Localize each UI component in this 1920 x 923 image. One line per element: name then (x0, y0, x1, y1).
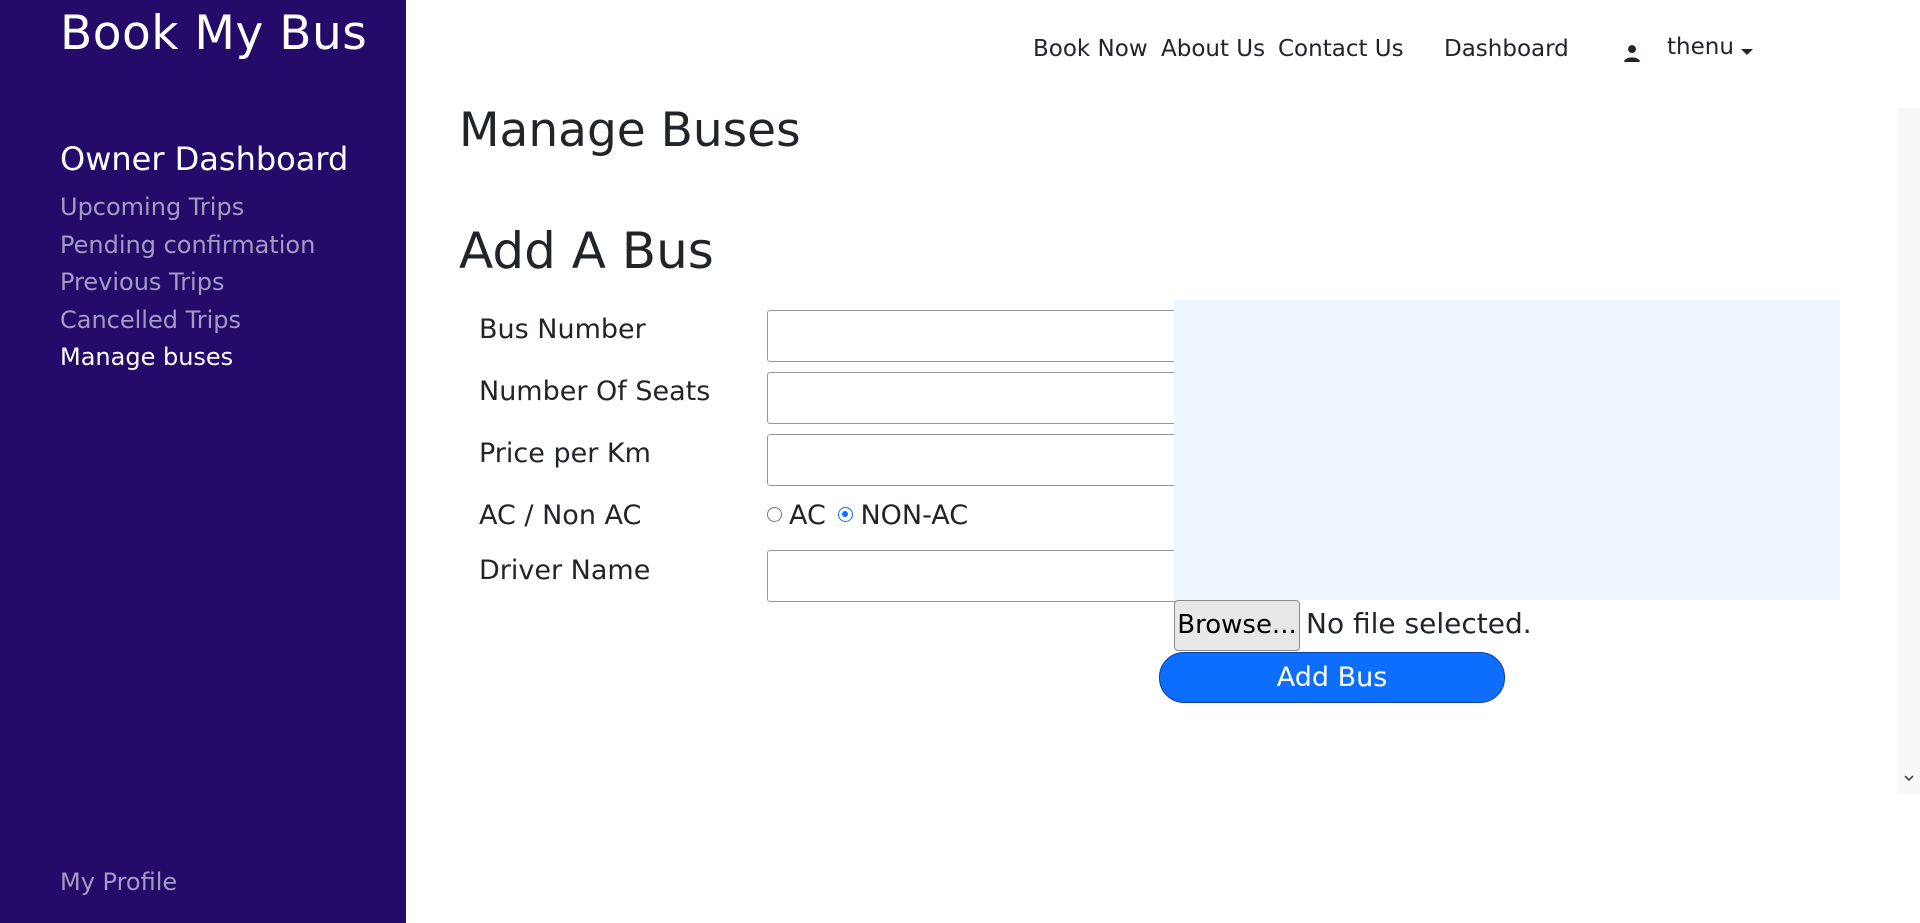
driver-name-label: Driver Name (479, 555, 651, 586)
sidebar-item-my-profile[interactable]: My Profile (60, 868, 177, 896)
price-input[interactable] (767, 434, 1187, 486)
non-ac-radio[interactable] (838, 507, 854, 522)
price-label: Price per Km (479, 438, 651, 469)
section-title: Add A Bus (459, 222, 714, 280)
brand-logo[interactable]: Book My Bus (60, 6, 367, 61)
page-title: Manage Buses (459, 103, 801, 158)
sidebar-item-pending-confirmation[interactable]: Pending confirmation (60, 227, 315, 265)
nav-contact-us[interactable]: Contact Us (1278, 36, 1404, 62)
bus-number-input[interactable] (767, 310, 1187, 362)
seats-input[interactable] (767, 372, 1187, 424)
nav-about-us[interactable]: About Us (1161, 36, 1265, 62)
sidebar-item-manage-buses[interactable]: Manage buses (60, 339, 315, 377)
bus-image-preview (1174, 300, 1840, 600)
file-status: No file selected. (1306, 607, 1532, 640)
ac-type-radio-group: AC NON-AC (767, 500, 972, 540)
sidebar-menu: Upcoming Trips Pending confirmation Prev… (60, 189, 315, 377)
scroll-down-icon[interactable] (1903, 772, 1915, 784)
sidebar-item-upcoming-trips[interactable]: Upcoming Trips (60, 189, 315, 227)
browse-button[interactable]: Browse... (1174, 600, 1300, 651)
user-icon (1624, 45, 1640, 62)
nav-dashboard[interactable]: Dashboard (1444, 36, 1569, 62)
bus-number-label: Bus Number (479, 314, 646, 345)
sidebar-title: Owner Dashboard (60, 140, 349, 178)
sidebar-item-previous-trips[interactable]: Previous Trips (60, 264, 315, 302)
driver-name-input[interactable] (767, 550, 1187, 602)
chevron-down-icon[interactable] (1741, 49, 1753, 55)
user-menu-toggle[interactable]: thenu (1667, 34, 1734, 60)
seats-label: Number Of Seats (479, 376, 711, 407)
ac-radio-label[interactable]: AC (789, 500, 826, 531)
ac-radio[interactable] (767, 507, 782, 522)
non-ac-radio-label[interactable]: NON-AC (860, 500, 968, 531)
add-bus-button[interactable]: Add Bus (1159, 652, 1505, 703)
scrollbar[interactable] (1898, 108, 1920, 794)
nav-book-now[interactable]: Book Now (1033, 36, 1148, 62)
sidebar-item-cancelled-trips[interactable]: Cancelled Trips (60, 302, 315, 340)
ac-type-label: AC / Non AC (479, 500, 642, 531)
sidebar: Book My Bus Owner Dashboard Upcoming Tri… (0, 0, 406, 923)
